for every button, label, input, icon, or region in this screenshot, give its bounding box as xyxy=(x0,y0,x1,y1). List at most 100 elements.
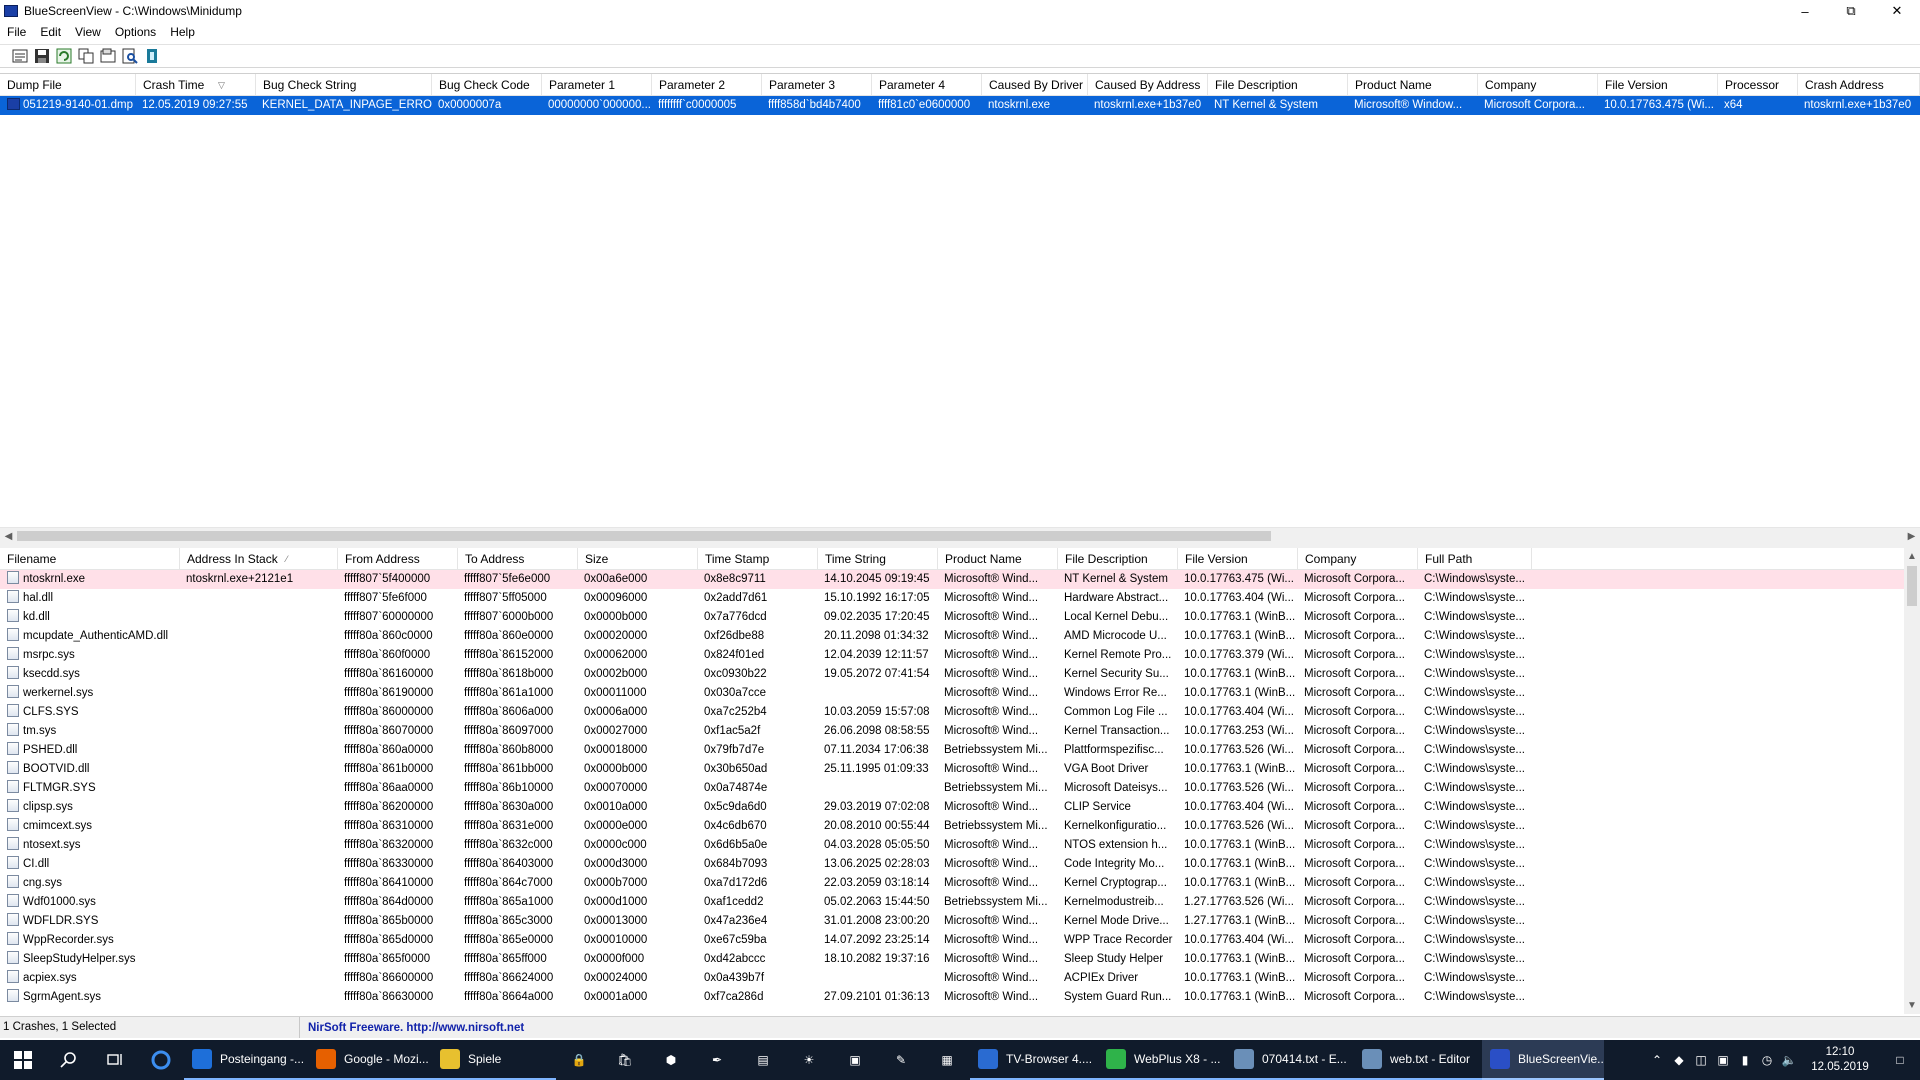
driver-row[interactable]: msrpc.sys fffff80a`860f0000 fffff80a`86152… xyxy=(0,646,1904,665)
col-to-address[interactable]: To Address xyxy=(458,548,578,570)
driver-row[interactable]: WppRecorder.sys fffff80a`865d0000 fffff80a… xyxy=(0,931,1904,950)
scroll-left-icon[interactable]: ◀ xyxy=(0,528,17,545)
menu-help[interactable]: Help xyxy=(163,25,202,39)
driver-row[interactable]: BOOTVID.dll fffff80a`861b0000 fffff80a`861… xyxy=(0,760,1904,779)
find-button[interactable] xyxy=(120,47,139,66)
scroll-thumb[interactable] xyxy=(17,531,1271,541)
driver-row[interactable]: CI.dll fffff80a`86330000 fffff80a`86403000… xyxy=(0,855,1904,874)
col-file-version[interactable]: File Version xyxy=(1598,74,1718,96)
col-company[interactable]: Company xyxy=(1298,548,1418,570)
clock[interactable]: 12:10 12.05.2019 xyxy=(1800,1045,1880,1075)
scroll-right-icon[interactable]: ▶ xyxy=(1903,528,1920,545)
driver-row[interactable]: ntosext.sys fffff80a`86320000 fffff80a`863… xyxy=(0,836,1904,855)
pinned-calculator-button[interactable]: ▦ xyxy=(924,1040,970,1080)
col-parameter-1[interactable]: Parameter 1 xyxy=(542,74,652,96)
driver-row[interactable]: PSHED.dll fffff80a`860a0000 fffff80a`860b8… xyxy=(0,741,1904,760)
pinned-app-button[interactable]: ⬢ xyxy=(648,1040,694,1080)
col-time-stamp[interactable]: Time Stamp xyxy=(698,548,818,570)
scroll-up-icon[interactable]: ▲ xyxy=(1904,548,1920,565)
pinned-app-button[interactable]: ✎ xyxy=(878,1040,924,1080)
menu-file[interactable]: File xyxy=(0,25,33,39)
minimize-button[interactable]: – xyxy=(1782,0,1828,22)
ime-icon[interactable]: ▣ xyxy=(1712,1053,1734,1067)
driver-row[interactable]: cmimcext.sys fffff80a`86310000 fffff80a`86… xyxy=(0,817,1904,836)
driver-row[interactable]: mcupdate_AuthenticAMD.dll fffff80a`860c00… xyxy=(0,627,1904,646)
crash-row[interactable]: 051219-9140-01.dmp 12.05.2019 09:27:55 K… xyxy=(0,96,1920,115)
taskbar-app-button[interactable]: web.txt - Editor xyxy=(1354,1040,1482,1080)
bottom-vertical-scrollbar[interactable]: ▲ ▼ xyxy=(1904,548,1920,1014)
col-crash-time[interactable]: Crash Time ▽ xyxy=(136,74,256,96)
menu-view[interactable]: View xyxy=(68,25,108,39)
taskbar-app-firefox[interactable]: Google - Mozi... xyxy=(308,1040,432,1080)
driver-row[interactable]: tm.sys fffff80a`86070000 fffff80a`86097000… xyxy=(0,722,1904,741)
col-time-string[interactable]: Time String xyxy=(818,548,938,570)
col-from-address[interactable]: From Address xyxy=(338,548,458,570)
col-crash-address[interactable]: Crash Address xyxy=(1798,74,1920,96)
driver-row[interactable]: kd.dll fffff807`60000000 fffff807`6000b000… xyxy=(0,608,1904,627)
taskbar-app-button[interactable]: WebPlus X8 - ... xyxy=(1098,1040,1226,1080)
menu-options[interactable]: Options xyxy=(108,25,163,39)
html-report-button[interactable] xyxy=(98,47,117,66)
col-parameter-2[interactable]: Parameter 2 xyxy=(652,74,762,96)
taskbar-app-button[interactable]: 070414.txt - E... xyxy=(1226,1040,1354,1080)
volume-icon[interactable]: 🔈 xyxy=(1778,1053,1800,1067)
network-adapter-icon[interactable]: ◫ xyxy=(1690,1053,1712,1067)
restore-button[interactable]: ⧉ xyxy=(1828,0,1874,22)
save-button[interactable] xyxy=(32,47,51,66)
start-button[interactable] xyxy=(0,1040,46,1080)
taskbar-app-button[interactable]: BlueScreenVie... xyxy=(1482,1040,1604,1080)
search-button[interactable] xyxy=(46,1040,92,1080)
driver-row[interactable]: Wdf01000.sys fffff80a`864d0000 fffff80a`86… xyxy=(0,893,1904,912)
driver-row[interactable]: WDFLDR.SYS fffff80a`865b0000 fffff80a`865c… xyxy=(0,912,1904,931)
show-hidden-icons-icon[interactable]: ⌃ xyxy=(1646,1053,1668,1067)
taskbar-app-spiele[interactable]: Spiele xyxy=(432,1040,556,1080)
copy-button[interactable] xyxy=(76,47,95,66)
top-horizontal-scrollbar[interactable]: ◀ ▶ xyxy=(0,527,1920,544)
wifi-icon[interactable]: ◷ xyxy=(1756,1053,1778,1067)
col-full-path[interactable]: Full Path xyxy=(1418,548,1532,570)
col-caused-by-driver[interactable]: Caused By Driver xyxy=(982,74,1088,96)
driver-row[interactable]: ksecdd.sys fffff80a`86160000 fffff80a`8618… xyxy=(0,665,1904,684)
driver-row[interactable]: cng.sys fffff80a`86410000 fffff80a`864c700… xyxy=(0,874,1904,893)
menu-edit[interactable]: Edit xyxy=(33,25,68,39)
col-bug-check-string[interactable]: Bug Check String xyxy=(256,74,432,96)
driver-row[interactable]: werkernel.sys fffff80a`86190000 fffff80a`8… xyxy=(0,684,1904,703)
driver-row[interactable]: CLFS.SYS fffff80a`86000000 fffff80a`8606a0… xyxy=(0,703,1904,722)
driver-row[interactable]: SleepStudyHelper.sys fffff80a`865f0000 fff… xyxy=(0,950,1904,969)
properties-button[interactable] xyxy=(10,47,29,66)
col-parameter-4[interactable]: Parameter 4 xyxy=(872,74,982,96)
scroll-thumb[interactable] xyxy=(1907,566,1917,606)
tray-app-icon[interactable]: ◆ xyxy=(1668,1053,1690,1067)
col-caused-by-address[interactable]: Caused By Address xyxy=(1088,74,1208,96)
driver-row[interactable]: FLTMGR.SYS fffff80a`86aa0000 fffff80a`86b1… xyxy=(0,779,1904,798)
driver-row[interactable]: clipsp.sys fffff80a`86200000 fffff80a`8630… xyxy=(0,798,1904,817)
task-view-button[interactable] xyxy=(92,1040,138,1080)
pinned-store-button[interactable]: 🛍 xyxy=(602,1040,648,1080)
nirsoft-link[interactable]: NirSoft Freeware. http://www.nirsoft.net xyxy=(300,1022,524,1034)
driver-row[interactable]: hal.dll fffff807`5fe6f000 fffff807`5ff0500… xyxy=(0,589,1904,608)
scroll-down-icon[interactable]: ▼ xyxy=(1904,997,1920,1014)
pinned-app-button[interactable]: ☀ xyxy=(786,1040,832,1080)
col-processor[interactable]: Processor xyxy=(1718,74,1798,96)
pinned-app-button[interactable]: ▣ xyxy=(832,1040,878,1080)
pinned-app-button[interactable]: ✒ xyxy=(694,1040,740,1080)
taskbar-app-posteingang[interactable]: Posteingang -... xyxy=(184,1040,308,1080)
driver-row[interactable]: ntoskrnl.exe ntoskrnl.exe+2121e1 fffff807`… xyxy=(0,570,1904,589)
edge-button[interactable] xyxy=(138,1040,184,1080)
notifications-icon[interactable]: □ xyxy=(1880,1053,1920,1067)
col-product-name[interactable]: Product Name xyxy=(938,548,1058,570)
pinned-app-button[interactable]: ▤ xyxy=(740,1040,786,1080)
col-parameter-3[interactable]: Parameter 3 xyxy=(762,74,872,96)
col-filename[interactable]: Filename xyxy=(0,548,180,570)
exit-button[interactable] xyxy=(142,47,161,66)
battery-icon[interactable]: ▮ xyxy=(1734,1053,1756,1067)
col-address-in-stack[interactable]: Address In Stack ⁄ xyxy=(180,548,338,570)
col-file-description[interactable]: File Description xyxy=(1208,74,1348,96)
col-file-version[interactable]: File Version xyxy=(1178,548,1298,570)
close-button[interactable]: ✕ xyxy=(1874,0,1920,22)
taskbar-app-button[interactable]: TV-Browser 4.... xyxy=(970,1040,1098,1080)
driver-row[interactable]: SgrmAgent.sys fffff80a`86630000 fffff80a`8… xyxy=(0,988,1904,1007)
col-size[interactable]: Size xyxy=(578,548,698,570)
driver-row[interactable]: acpiex.sys fffff80a`86600000 fffff80a`8662… xyxy=(0,969,1904,988)
col-company[interactable]: Company xyxy=(1478,74,1598,96)
